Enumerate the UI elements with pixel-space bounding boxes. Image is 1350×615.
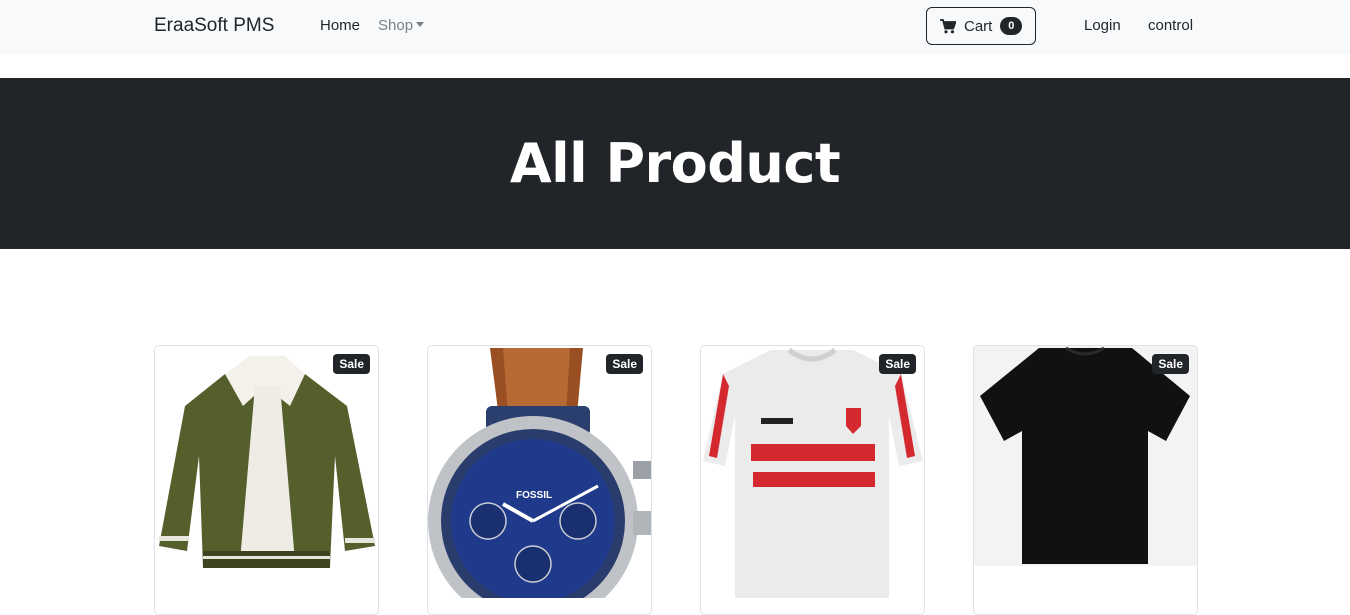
nav-shop-label: Shop	[378, 17, 414, 34]
sale-badge: Sale	[1152, 354, 1189, 374]
product-card[interactable]: Sale	[973, 345, 1198, 615]
nav-shop-dropdown[interactable]: Shop	[378, 17, 425, 34]
white-red-football-jersey-image	[701, 346, 924, 598]
page-title: All Product	[509, 132, 841, 195]
product-card[interactable]: FOSSIL Sale	[427, 345, 652, 615]
hero-banner: All Product	[0, 78, 1350, 249]
nav-home-link[interactable]: Home	[320, 17, 360, 34]
brand-link[interactable]: EraaSoft PMS	[154, 15, 274, 37]
sale-badge: Sale	[333, 354, 370, 374]
black-tshirt-image	[974, 346, 1197, 598]
nav-control-link[interactable]: control	[1148, 17, 1193, 34]
sale-badge: Sale	[879, 354, 916, 374]
cart-label: Cart	[964, 17, 993, 35]
shopping-cart-icon	[940, 18, 956, 33]
green-jacket-image	[155, 346, 378, 598]
cart-count-badge: 0	[1000, 17, 1023, 35]
product-card[interactable]: Sale	[700, 345, 925, 615]
chevron-down-icon	[416, 22, 425, 27]
sale-badge: Sale	[606, 354, 643, 374]
navbar: EraaSoft PMS Home Shop Cart 0 Login cont…	[0, 0, 1350, 54]
cart-button[interactable]: Cart 0	[926, 7, 1036, 45]
blue-wristwatch-image: FOSSIL	[428, 346, 651, 598]
nav-login-link[interactable]: Login	[1084, 17, 1121, 34]
product-card[interactable]: Sale	[154, 345, 379, 615]
svg-text:FOSSIL: FOSSIL	[516, 490, 552, 501]
